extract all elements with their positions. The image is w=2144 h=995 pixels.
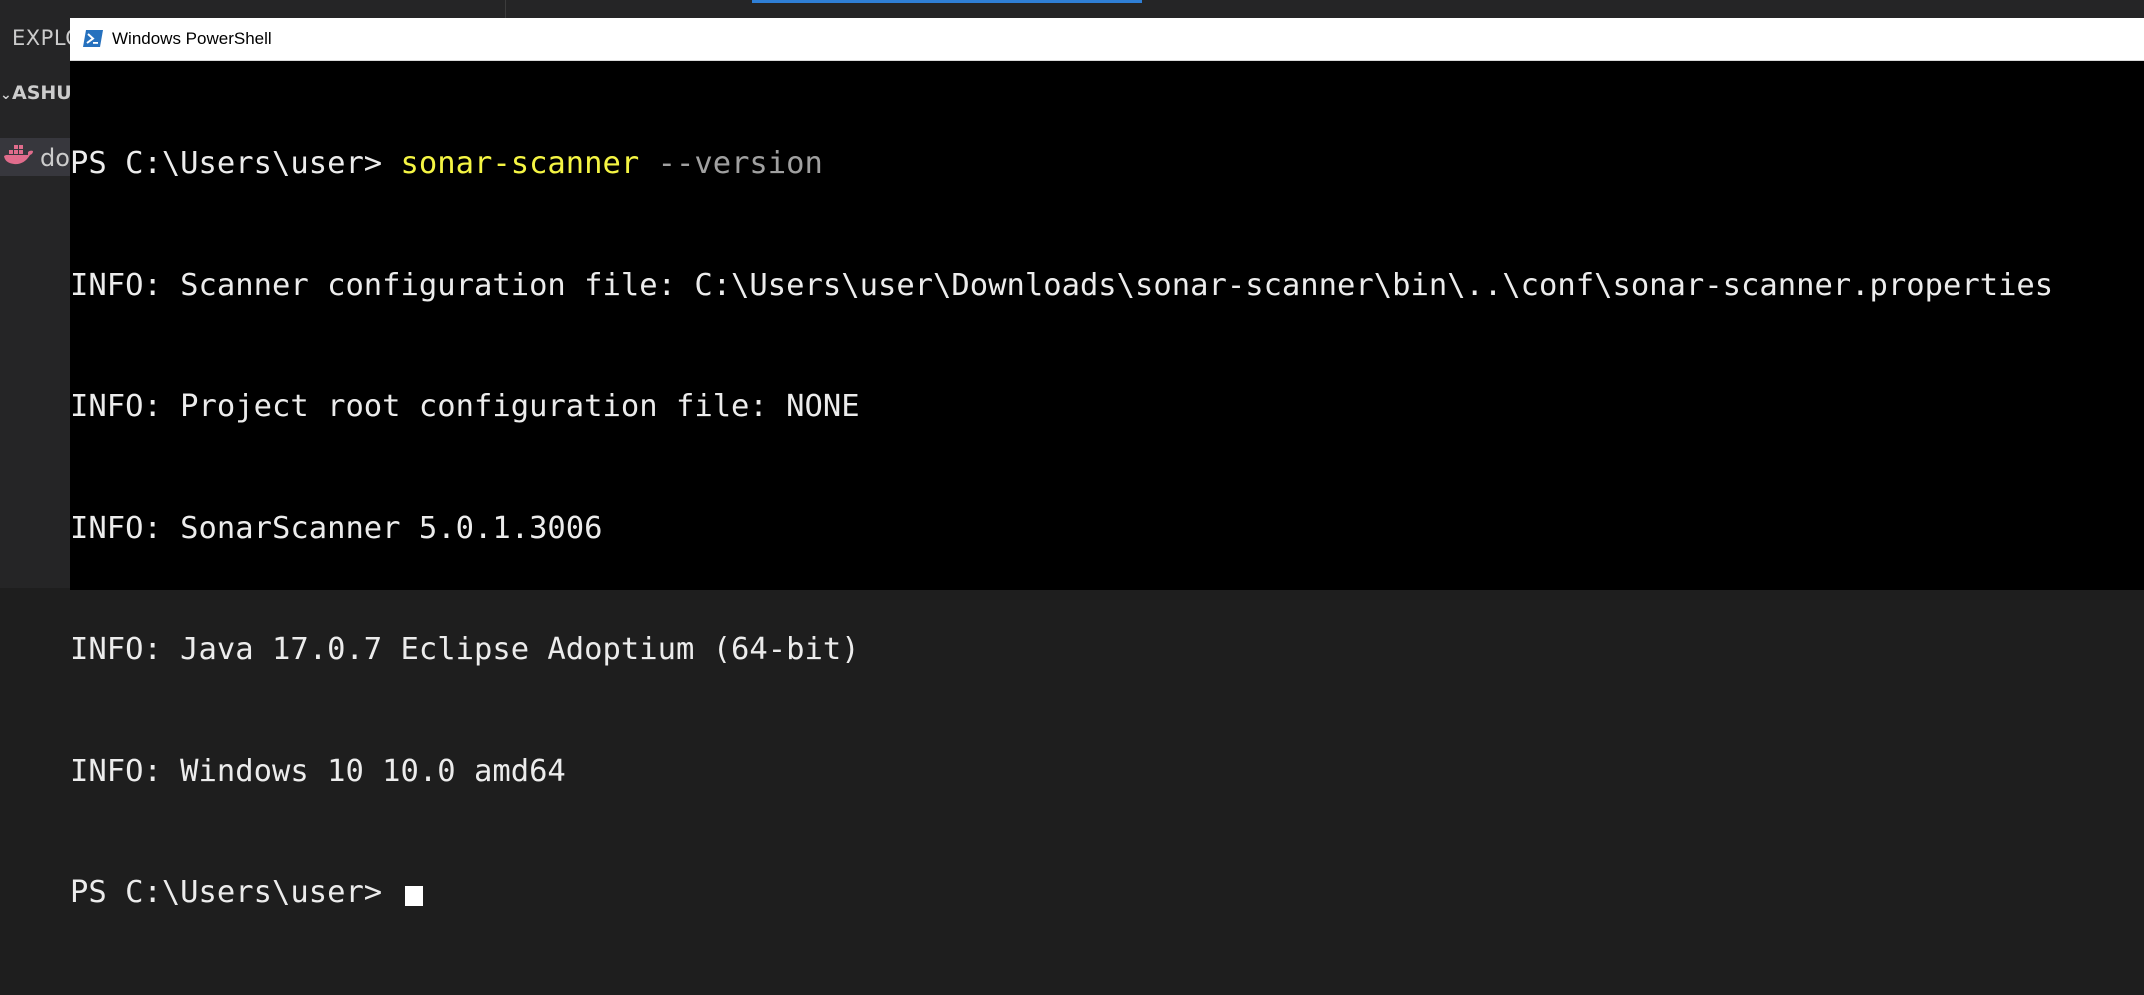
explorer-title: EXPLORER [12,26,70,50]
workspace-folder-row[interactable]: ⌄ASHU [0,82,70,104]
active-tab-indicator[interactable] [752,0,1142,3]
prompt-text: PS C:\Users\user> [70,146,401,181]
window-title: Windows PowerShell [112,29,272,48]
chevron-down-icon: ⌄ [0,87,12,103]
tab-separator [505,0,506,18]
vscode-explorer-sidebar: EXPLORER ⌄ASHU docker-compose.yml [0,18,70,588]
output-line: INFO: Windows 10 10.0 amd64 [70,753,566,789]
command-line: PS C:\Users\user> sonar-scanner --versio… [70,144,2144,185]
editor-tab-strip [0,0,2144,18]
explorer-file-item[interactable]: docker-compose.yml [0,138,70,176]
output-line: INFO: Scanner configuration file: C:\Use… [70,267,2054,303]
powershell-icon [83,30,103,47]
input-line[interactable]: PS C:\Users\user> [70,873,2144,914]
output-line: INFO: Project root configuration file: N… [70,389,860,424]
output-line: INFO: SonarScanner 5.0.1.3006 [70,510,603,546]
command-parameter: --version [639,146,823,181]
output-line: INFO: Java 17.0.7 Eclipse Adoptium (64-b… [70,632,860,667]
workspace-folder-label: ASHU [12,82,70,104]
final-prompt-text: PS C:\Users\user> [70,875,401,910]
docker-whale-icon [4,145,33,165]
powershell-titlebar[interactable]: Windows PowerShell [70,18,2144,61]
explorer-file-label: docker-compose.yml [40,144,70,172]
powershell-window[interactable]: Windows PowerShell PS C:\Users\user> son… [70,18,2144,910]
console-output[interactable]: PS C:\Users\user> sonar-scanner --versio… [70,61,2144,910]
command-text: sonar-scanner [400,146,640,181]
text-cursor [404,886,423,906]
